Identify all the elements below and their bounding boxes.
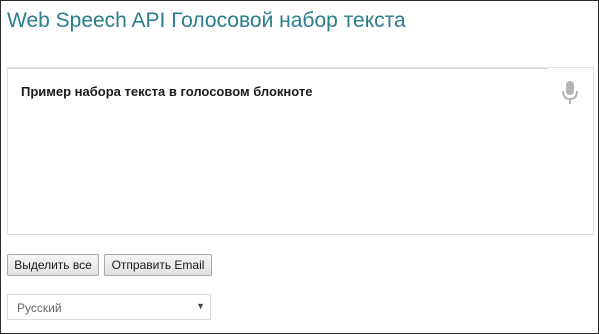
send-email-button[interactable]: Отправить Email (104, 254, 212, 276)
language-select[interactable]: Русский ▼ (7, 294, 211, 320)
microphone-icon[interactable] (559, 80, 581, 106)
recognized-text: Пример набора текста в голосовом блокнот… (21, 84, 313, 99)
speech-text-area[interactable]: Пример набора текста в голосовом блокнот… (7, 67, 594, 235)
select-all-button[interactable]: Выделить все (7, 254, 99, 276)
microphone-icon-graphic (562, 81, 578, 104)
app-window: Web Speech API Голосовой набор текста Пр… (0, 0, 599, 334)
chevron-down-icon: ▼ (196, 301, 205, 311)
language-selected-value: Русский (17, 301, 62, 315)
page-title: Web Speech API Голосовой набор текста (7, 9, 406, 32)
text-area-divider (8, 68, 548, 69)
